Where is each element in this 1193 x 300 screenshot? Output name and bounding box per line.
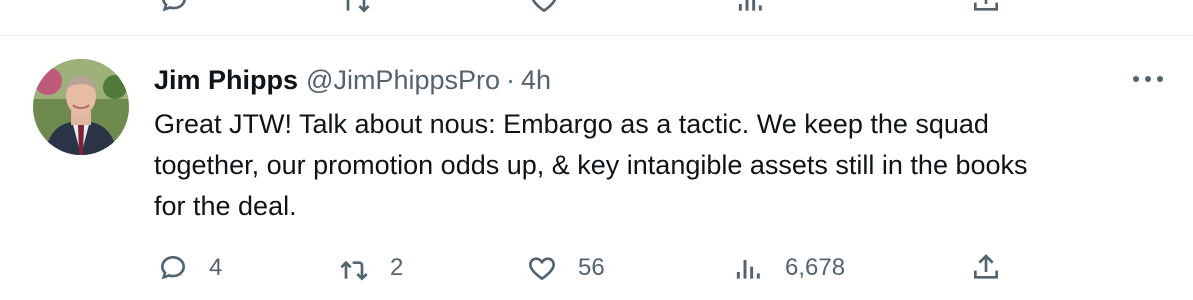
views-button[interactable]: 6,678 <box>733 246 845 290</box>
retweet-button[interactable]: 2 <box>338 246 403 290</box>
author-display-name[interactable]: Jim Phipps <box>154 65 298 96</box>
tweet-header: Jim Phipps @JimPhippsPro · 4h <box>154 62 551 98</box>
retweet-icon[interactable] <box>340 0 372 16</box>
tweet-text-line: Great JTW! Talk about nous: Embargo as a… <box>154 109 989 139</box>
views-icon[interactable] <box>735 0 767 16</box>
reply-button[interactable]: 4 <box>157 246 222 290</box>
like-button[interactable]: 56 <box>526 246 605 290</box>
tweet-text-line: together, our promotion odds up, & key i… <box>154 150 1028 180</box>
views-count: 6,678 <box>785 254 846 281</box>
like-icon[interactable] <box>528 0 560 16</box>
reply-icon[interactable] <box>158 0 190 16</box>
share-icon <box>974 254 998 279</box>
like-count: 56 <box>578 254 605 281</box>
more-icon <box>1133 76 1163 82</box>
author-handle[interactable]: @JimPhippsPro <box>306 65 500 96</box>
tweet-text-line: for the deal. <box>154 191 297 221</box>
reply-count: 4 <box>209 254 223 281</box>
header-separator: · <box>506 64 516 95</box>
views-icon <box>736 260 760 279</box>
share-icon[interactable] <box>970 0 1002 16</box>
retweet-count: 2 <box>390 254 404 281</box>
more-options-button[interactable] <box>1126 64 1170 94</box>
share-button[interactable] <box>970 246 1002 290</box>
like-icon <box>529 257 555 281</box>
avatar[interactable] <box>33 59 129 155</box>
reply-icon <box>160 255 186 280</box>
tweet-text: Great JTW! Talk about nous: Embargo as a… <box>154 104 1174 227</box>
retweet-icon <box>340 260 368 281</box>
tweet-divider <box>0 35 1193 36</box>
tweet-action-bar: 4 2 56 6,678 <box>0 246 1193 290</box>
previous-tweet-action-bar <box>0 0 1193 34</box>
tweet-timestamp[interactable]: 4h <box>521 65 551 96</box>
